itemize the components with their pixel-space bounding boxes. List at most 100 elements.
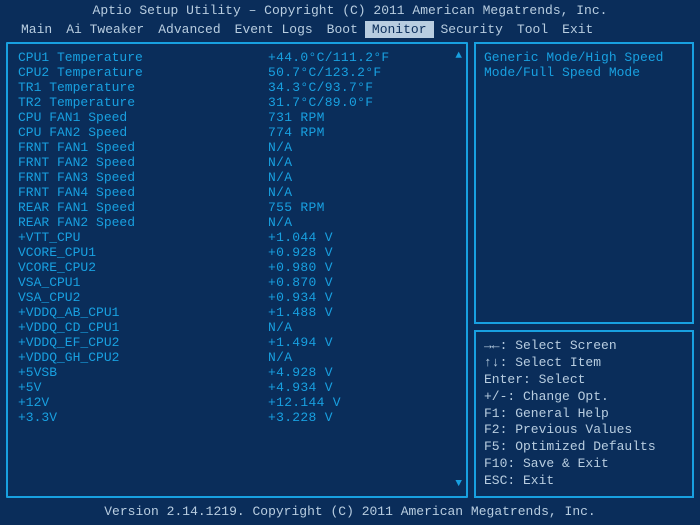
monitor-label: VCORE_CPU1 — [18, 245, 268, 260]
monitor-label: VSA_CPU1 — [18, 275, 268, 290]
monitor-row[interactable]: FRNT FAN2 SpeedN/A — [18, 155, 456, 170]
monitor-value: N/A — [268, 185, 292, 200]
page-title: Aptio Setup Utility – Copyright (C) 2011… — [0, 0, 700, 21]
monitor-value: +4.934 V — [268, 380, 333, 395]
monitor-row[interactable]: CPU2 Temperature50.7°C/123.2°F — [18, 65, 456, 80]
monitor-value: 34.3°C/93.7°F — [268, 80, 373, 95]
monitor-value: 755 RPM — [268, 200, 325, 215]
monitor-label: +VDDQ_GH_CPU2 — [18, 350, 268, 365]
monitor-value: +0.934 V — [268, 290, 333, 305]
monitor-label: +5V — [18, 380, 268, 395]
key-help: F1: General Help — [484, 406, 684, 423]
monitor-label: TR2 Temperature — [18, 95, 268, 110]
key-help: F2: Previous Values — [484, 422, 684, 439]
tab-main[interactable]: Main — [14, 21, 59, 38]
monitor-value: N/A — [268, 320, 292, 335]
monitor-label: CPU FAN2 Speed — [18, 125, 268, 140]
monitor-label: +VDDQ_CD_CPU1 — [18, 320, 268, 335]
monitor-row[interactable]: FRNT FAN4 SpeedN/A — [18, 185, 456, 200]
monitor-label: CPU2 Temperature — [18, 65, 268, 80]
key-help: +/-: Change Opt. — [484, 389, 684, 406]
monitor-row[interactable]: +VDDQ_EF_CPU2+1.494 V — [18, 335, 456, 350]
monitor-row[interactable]: REAR FAN1 Speed755 RPM — [18, 200, 456, 215]
monitor-row[interactable]: +5VSB+4.928 V — [18, 365, 456, 380]
monitor-value: N/A — [268, 170, 292, 185]
key-help: F10: Save & Exit — [484, 456, 684, 473]
monitor-value: +1.488 V — [268, 305, 333, 320]
tab-boot[interactable]: Boot — [320, 21, 365, 38]
monitor-panel: ▲ ▼ CPU1 Temperature+44.0°C/111.2°FCPU2 … — [6, 42, 468, 498]
monitor-label: REAR FAN1 Speed — [18, 200, 268, 215]
monitor-row[interactable]: CPU FAN2 Speed774 RPM — [18, 125, 456, 140]
monitor-row[interactable]: FRNT FAN1 SpeedN/A — [18, 140, 456, 155]
monitor-row[interactable]: +VDDQ_AB_CPU1+1.488 V — [18, 305, 456, 320]
monitor-value: 731 RPM — [268, 110, 325, 125]
key-help: →←: Select Screen — [484, 338, 684, 355]
key-help: Enter: Select — [484, 372, 684, 389]
tab-security[interactable]: Security — [434, 21, 510, 38]
monitor-row[interactable]: VSA_CPU1+0.870 V — [18, 275, 456, 290]
monitor-value: N/A — [268, 140, 292, 155]
monitor-row[interactable]: CPU FAN1 Speed731 RPM — [18, 110, 456, 125]
tab-ai-tweaker[interactable]: Ai Tweaker — [59, 21, 151, 38]
tab-tool[interactable]: Tool — [510, 21, 555, 38]
monitor-label: +3.3V — [18, 410, 268, 425]
monitor-row[interactable]: REAR FAN2 SpeedN/A — [18, 215, 456, 230]
monitor-value: 774 RPM — [268, 125, 325, 140]
help-line: Mode/Full Speed Mode — [484, 65, 684, 80]
help-line: Generic Mode/High Speed — [484, 50, 684, 65]
monitor-value: N/A — [268, 155, 292, 170]
monitor-value: +12.144 V — [268, 395, 341, 410]
monitor-label: CPU FAN1 Speed — [18, 110, 268, 125]
tab-monitor[interactable]: Monitor — [365, 21, 434, 38]
monitor-label: +12V — [18, 395, 268, 410]
monitor-label: FRNT FAN3 Speed — [18, 170, 268, 185]
monitor-row[interactable]: FRNT FAN3 SpeedN/A — [18, 170, 456, 185]
key-help: ESC: Exit — [484, 473, 684, 490]
monitor-value: +0.870 V — [268, 275, 333, 290]
monitor-value: +44.0°C/111.2°F — [268, 50, 390, 65]
tab-event-logs[interactable]: Event Logs — [228, 21, 320, 38]
monitor-value: N/A — [268, 215, 292, 230]
monitor-label: VCORE_CPU2 — [18, 260, 268, 275]
monitor-row[interactable]: +12V+12.144 V — [18, 395, 456, 410]
monitor-label: +VDDQ_AB_CPU1 — [18, 305, 268, 320]
monitor-label: VSA_CPU2 — [18, 290, 268, 305]
tab-exit[interactable]: Exit — [555, 21, 600, 38]
footer-version: Version 2.14.1219. Copyright (C) 2011 Am… — [0, 500, 700, 525]
monitor-row[interactable]: +5V+4.934 V — [18, 380, 456, 395]
monitor-label: FRNT FAN4 Speed — [18, 185, 268, 200]
help-panel: Generic Mode/High Speed Mode/Full Speed … — [474, 42, 694, 324]
monitor-value: +0.980 V — [268, 260, 333, 275]
monitor-value: 31.7°C/89.0°F — [268, 95, 373, 110]
monitor-row[interactable]: CPU1 Temperature+44.0°C/111.2°F — [18, 50, 456, 65]
key-help: ↑↓: Select Item — [484, 355, 684, 372]
monitor-value: +0.928 V — [268, 245, 333, 260]
monitor-row[interactable]: VCORE_CPU1+0.928 V — [18, 245, 456, 260]
monitor-value: N/A — [268, 350, 292, 365]
key-help: F5: Optimized Defaults — [484, 439, 684, 456]
monitor-row[interactable]: +VDDQ_CD_CPU1N/A — [18, 320, 456, 335]
scroll-down-icon[interactable]: ▼ — [455, 478, 462, 490]
monitor-value: +1.044 V — [268, 230, 333, 245]
monitor-row[interactable]: +3.3V+3.228 V — [18, 410, 456, 425]
monitor-label: +5VSB — [18, 365, 268, 380]
menu-tabs: Main Ai Tweaker Advanced Event Logs Boot… — [0, 21, 700, 38]
scroll-up-icon[interactable]: ▲ — [455, 50, 462, 62]
monitor-row[interactable]: +VTT_CPU+1.044 V — [18, 230, 456, 245]
monitor-row[interactable]: TR1 Temperature34.3°C/93.7°F — [18, 80, 456, 95]
monitor-value: +4.928 V — [268, 365, 333, 380]
monitor-row[interactable]: +VDDQ_GH_CPU2N/A — [18, 350, 456, 365]
monitor-value: +1.494 V — [268, 335, 333, 350]
monitor-label: REAR FAN2 Speed — [18, 215, 268, 230]
monitor-label: +VDDQ_EF_CPU2 — [18, 335, 268, 350]
monitor-label: +VTT_CPU — [18, 230, 268, 245]
key-help-panel: →←: Select Screen ↑↓: Select Item Enter:… — [474, 330, 694, 498]
monitor-label: FRNT FAN2 Speed — [18, 155, 268, 170]
monitor-label: CPU1 Temperature — [18, 50, 268, 65]
monitor-label: FRNT FAN1 Speed — [18, 140, 268, 155]
monitor-row[interactable]: VSA_CPU2+0.934 V — [18, 290, 456, 305]
monitor-row[interactable]: VCORE_CPU2+0.980 V — [18, 260, 456, 275]
tab-advanced[interactable]: Advanced — [151, 21, 227, 38]
monitor-row[interactable]: TR2 Temperature31.7°C/89.0°F — [18, 95, 456, 110]
